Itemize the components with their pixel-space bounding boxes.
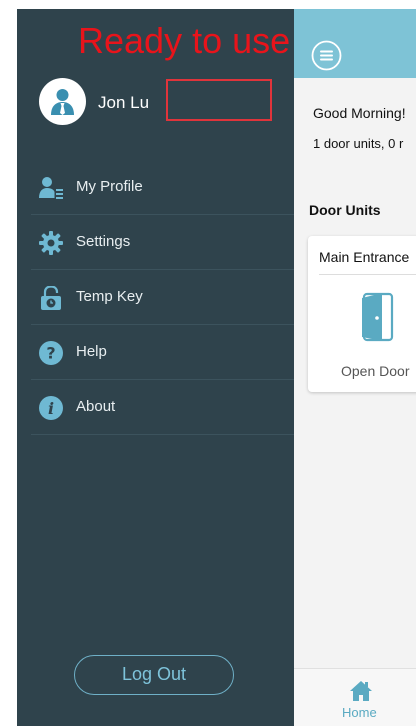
section-title: Door Units: [309, 202, 381, 218]
menu-item-help[interactable]: ? Help: [31, 325, 294, 380]
question-icon: ?: [39, 341, 63, 365]
menu-item-my-profile[interactable]: My Profile: [31, 160, 294, 215]
drawer-menu: My Profile Settings Temp Key ? Help i Ab…: [17, 160, 294, 435]
menu-item-label: Settings: [76, 233, 131, 250]
door-unit-name: Main Entrance: [319, 249, 410, 265]
menu-item-label: About: [76, 398, 116, 415]
main-panel: Good Morning! 1 door units, 0 r Door Uni…: [294, 9, 416, 726]
open-door-button[interactable]: Open Door: [341, 363, 409, 379]
logout-button[interactable]: Log Out: [74, 655, 234, 695]
menu-item-label: Help: [76, 343, 107, 360]
info-icon: i: [39, 396, 63, 420]
lock-clock-icon: [41, 286, 61, 310]
annotation-caption: Ready to use: [78, 20, 291, 61]
home-icon[interactable]: [349, 680, 373, 702]
door-icon[interactable]: [360, 292, 394, 342]
avatar[interactable]: [39, 78, 86, 125]
user-avatar-icon: [51, 89, 74, 115]
menu-item-about[interactable]: i About: [31, 380, 294, 435]
svg-text:?: ?: [46, 344, 55, 363]
top-bar: [294, 9, 416, 78]
menu-item-temp-key[interactable]: Temp Key: [31, 270, 294, 325]
greeting-text: Good Morning!: [313, 105, 406, 121]
menu-item-settings[interactable]: Settings: [31, 215, 294, 270]
card-divider: [319, 274, 416, 275]
svg-text:i: i: [48, 399, 54, 418]
menu-item-label: My Profile: [76, 178, 143, 195]
door-unit-card[interactable]: Main Entrance Open Door: [308, 236, 416, 392]
user-name: Jon Lu: [98, 93, 150, 112]
home-tab-label[interactable]: Home: [342, 705, 377, 720]
menu-item-label: Temp Key: [76, 288, 143, 305]
menu-icon[interactable]: [311, 40, 342, 71]
bottom-nav: Home: [294, 668, 416, 726]
user-icon: [39, 177, 63, 199]
annotation-highlight-box: [166, 79, 272, 121]
door-summary: 1 door units, 0 r: [313, 136, 404, 151]
gear-icon: [39, 231, 63, 255]
